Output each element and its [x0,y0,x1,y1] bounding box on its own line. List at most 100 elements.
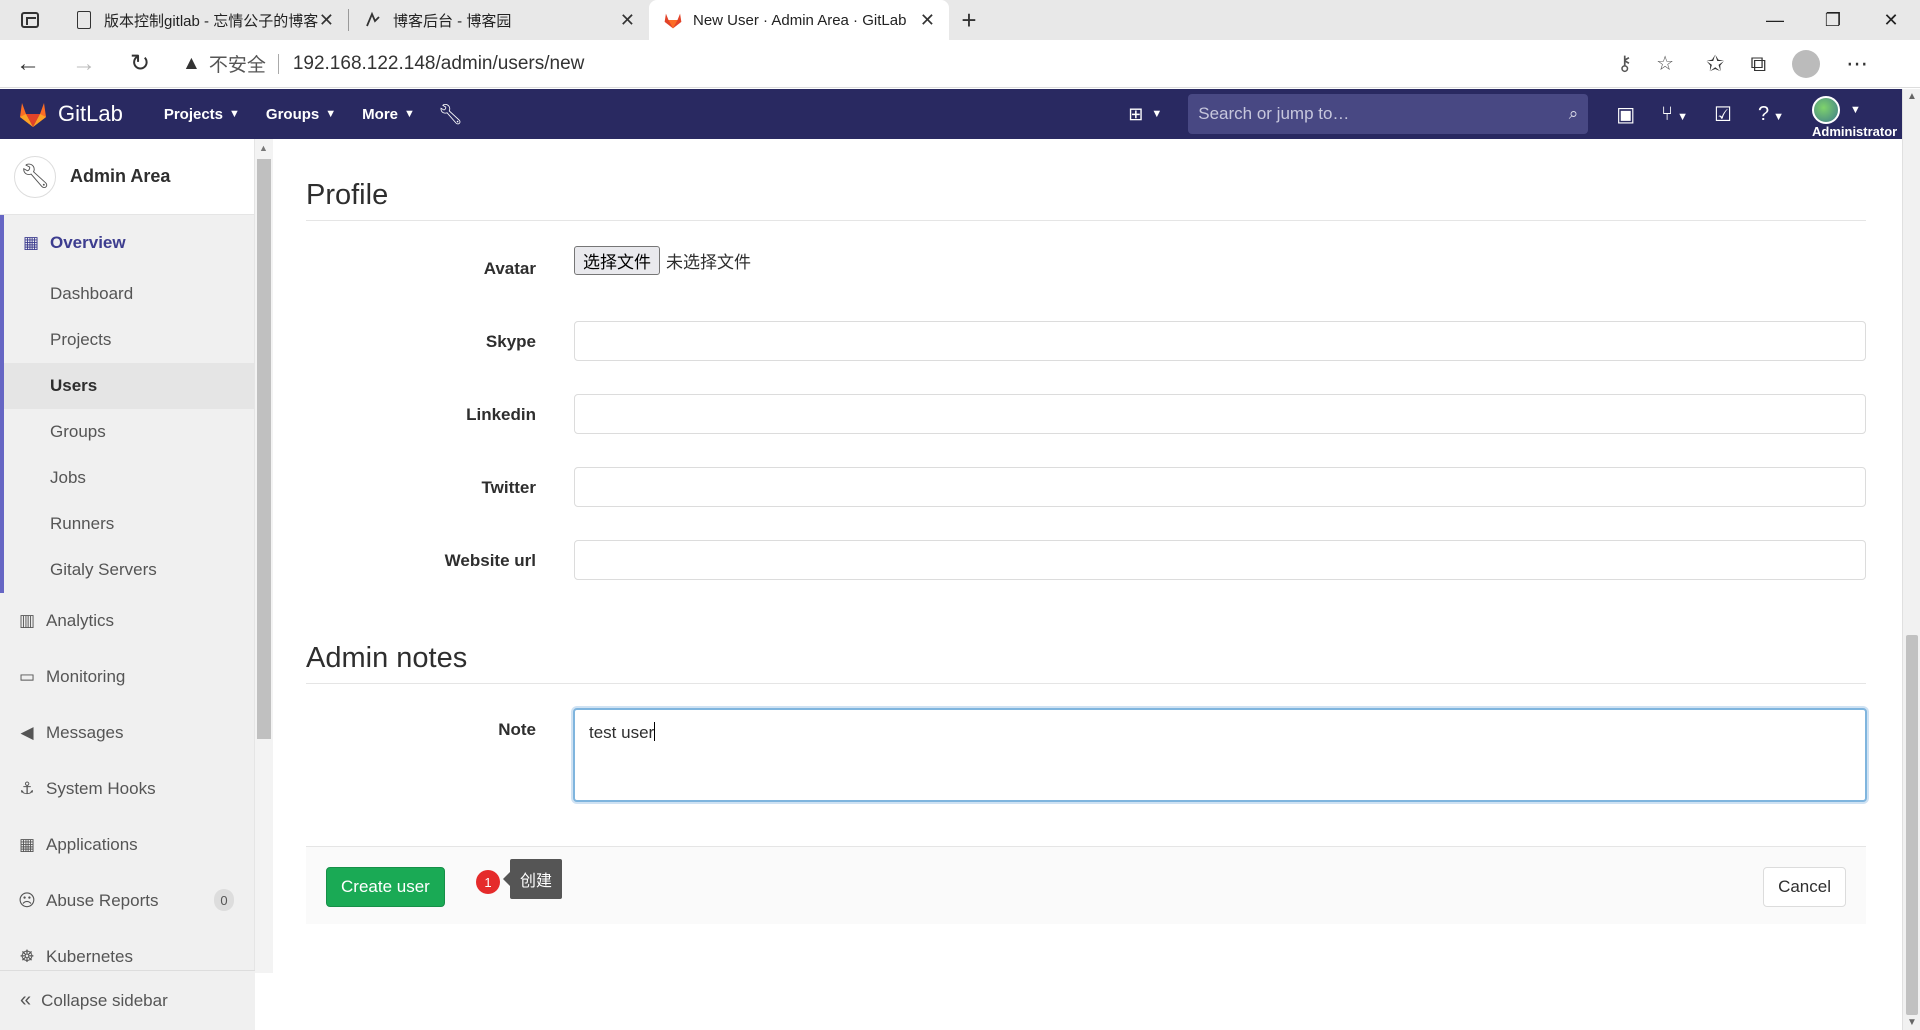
tab-title: New User · Admin Area · GitLab [693,11,907,29]
kubernetes-icon: ☸ [19,947,35,966]
admin-wrench-icon[interactable]: 🔧︎ [438,102,463,127]
sidebar-item-label: Applications [46,835,138,854]
sidebar-item-label: Gitaly Servers [50,560,157,579]
page-scrollbar[interactable]: ▲ ▼ [1902,89,1920,1030]
skype-input[interactable] [574,321,1866,361]
twitter-input[interactable] [574,467,1866,507]
search-input[interactable]: Search or jump to… ⌕ [1188,94,1589,134]
skype-label: Skype [485,332,536,351]
browser-tab-bar: 版本控制gitlab - 忘情公子的博客 ✕ 博客后台 - 博客园 ✕ New … [0,0,1920,40]
sidebar-item-label: Kubernetes [46,947,133,966]
nav-more[interactable]: More ▼ [349,106,428,123]
todos-icon[interactable]: ☑ [1714,102,1732,127]
scroll-up-icon: ▲ [1907,91,1917,102]
tab-close-icon[interactable]: ✕ [620,10,635,31]
browser-tab-1[interactable]: 版本控制gitlab - 忘情公子的博客 ✕ [60,0,348,40]
note-text: test user [589,723,655,742]
annotation-tooltip: 创建 [502,859,563,899]
url-field[interactable]: ▲ 不安全 192.168.122.148/admin/users/new ⚷ … [168,46,1688,82]
linkedin-input[interactable] [574,394,1866,434]
merge-requests-icon[interactable]: ⑂ ▼ [1661,103,1688,126]
new-dropdown[interactable]: ⊞ ▼ [1128,104,1162,125]
window-controls: — ❐ ✕ [1746,0,1920,40]
sidebar-item-label: Users [50,376,98,395]
key-icon[interactable]: ⚷ [1617,51,1632,76]
scroll-up-icon: ▲ [259,143,268,153]
nav-projects[interactable]: Projects ▼ [151,106,253,123]
user-menu[interactable]: ▼ Administrator [1812,89,1902,139]
nav-label: Projects [163,105,224,123]
no-file-text: 未选择文件 [666,253,751,273]
collapse-label: Collapse sidebar [41,990,168,1010]
minimize-button[interactable]: — [1746,0,1804,40]
sidebar-item-users[interactable]: Users [4,363,254,409]
section-divider [306,220,1866,221]
website-url-label: Website url [444,551,536,570]
address-bar-row: ← → ↻ ▲ 不安全 192.168.122.148/admin/users/… [0,40,1920,88]
hook-icon: ⚓ [19,779,35,798]
sidebar-item-projects[interactable]: Projects [4,317,254,363]
profile-avatar[interactable] [1792,49,1821,78]
browser-tab-2[interactable]: 博客后台 - 博客园 ✕ [349,0,649,40]
wrench-icon: 🔧︎ [14,155,56,198]
reload-button[interactable]: ↻ [112,40,168,88]
sidebar-item-system-hooks[interactable]: ⚓ System Hooks [0,761,254,817]
collections-icon[interactable]: ⧉ [1750,51,1766,77]
sidebar-item-groups[interactable]: Groups [4,409,254,455]
sidebar-item-label: Dashboard [50,284,134,303]
sidebar-item-abuse-reports[interactable]: ☹ Abuse Reports 0 [0,873,254,929]
tab-actions-menu[interactable] [0,0,60,40]
close-window-button[interactable]: ✕ [1862,0,1920,40]
chevron-down-icon: ▼ [404,108,415,120]
add-favorite-icon[interactable]: ☆ [1656,51,1674,76]
chevron-down-icon: ▼ [325,108,337,120]
cancel-button[interactable]: Cancel [1763,867,1846,907]
forward-button[interactable]: → [56,40,112,88]
website-url-input[interactable] [574,540,1866,580]
scrollbar-thumb[interactable] [1906,635,1918,1015]
back-button[interactable]: ← [0,40,56,88]
monitor-icon: ▭ [18,667,36,686]
more-menu-icon[interactable]: ⋯ [1846,51,1868,77]
sidebar-header[interactable]: 🔧︎ Admin Area [0,139,254,215]
tab-title: 博客后台 - 博客园 [393,12,512,30]
nav-groups[interactable]: Groups ▼ [253,106,349,123]
section-divider [306,683,1866,684]
avatar-file-input: 选择文件 未选择文件 [574,246,751,275]
linkedin-label: Linkedin [466,405,536,424]
collapse-sidebar-button[interactable]: « Collapse sidebar [0,970,255,1030]
new-tab-button[interactable]: + [949,0,989,40]
choose-file-button[interactable]: 选择文件 [574,246,660,275]
sidebar-item-runners[interactable]: Runners [4,501,254,547]
help-icon[interactable]: ? ▼ [1758,103,1784,126]
sidebar-item-messages[interactable]: ◀ Messages [0,705,254,761]
sidebar-item-overview[interactable]: ▦ Overview [4,215,254,271]
admin-sidebar: 🔧︎ Admin Area ▦ Overview Dashboard Proje… [0,139,255,1030]
url-separator [277,53,279,74]
sidebar-scrollbar[interactable]: ▲ [255,139,273,973]
sidebar-item-applications[interactable]: ▦ Applications [0,817,254,873]
scrollbar-thumb[interactable] [257,159,271,739]
tab-title: 版本控制gitlab - 忘情公子的博客 [104,12,319,30]
tab-close-icon[interactable]: ✕ [319,10,334,31]
sidebar-item-jobs[interactable]: Jobs [4,455,254,501]
tab-close-icon[interactable]: ✕ [920,10,935,31]
sidebar-item-gitaly-servers[interactable]: Gitaly Servers [4,547,254,593]
profile-section-title: Profile [306,179,389,211]
note-label: Note [498,720,536,739]
issues-icon[interactable]: ▣ [1616,102,1635,127]
sidebar-item-dashboard[interactable]: Dashboard [4,271,254,317]
gitlab-fox-icon [18,100,48,128]
create-user-button[interactable]: Create user [326,867,445,907]
restore-button[interactable]: ❐ [1804,0,1862,40]
sidebar-item-monitoring[interactable]: ▭ Monitoring [0,649,254,705]
browser-tab-active[interactable]: New User · Admin Area · GitLab ✕ [649,0,949,40]
chevron-down-icon: ▼ [1151,108,1163,120]
sidebar-item-analytics[interactable]: ▥ Analytics [0,593,254,649]
gitlab-logo[interactable]: GitLab [18,100,123,128]
favorites-icon[interactable]: ✩ [1706,51,1724,77]
top-nav: Projects ▼ Groups ▼ More ▼ [151,106,428,123]
megaphone-icon: ◀ [20,723,34,742]
overview-group: ▦ Overview Dashboard Projects Users Grou… [0,215,254,593]
note-textarea[interactable]: test user [573,708,1867,802]
